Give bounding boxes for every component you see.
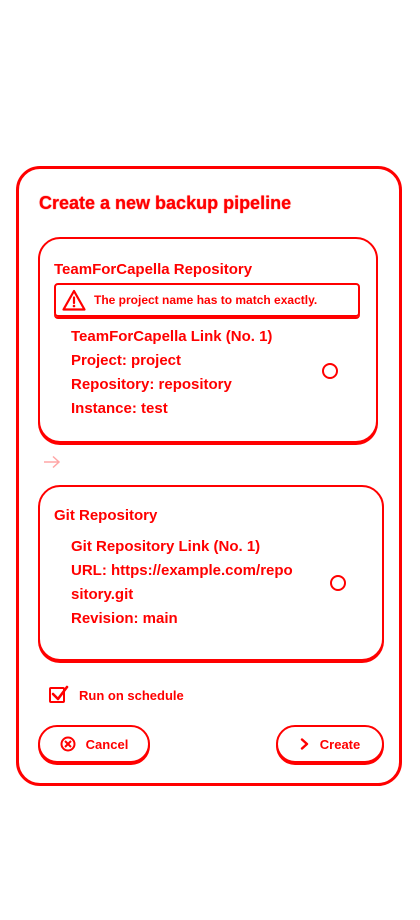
source-link-radio[interactable]: [322, 363, 338, 379]
git-card-title: Git Repository: [54, 507, 158, 524]
source-project: Project: project: [71, 352, 182, 369]
dialog-title: Create a new backup pipeline: [39, 193, 292, 213]
git-details: Git Repository Link (No. 1) URL: https:/…: [71, 535, 301, 631]
source-card-title: TeamForCapella Repository: [54, 261, 253, 278]
source-link-label: TeamForCapella Link (No. 1): [71, 328, 273, 345]
source-repository-card: TeamForCapella Repository The project na…: [38, 237, 378, 443]
cancel-circle-icon: [60, 736, 76, 752]
chevron-right-icon: [300, 738, 310, 750]
run-on-schedule-checkbox[interactable]: [49, 685, 69, 703]
arrow-right-icon: [43, 453, 61, 474]
run-on-schedule-label: Run on schedule: [79, 687, 184, 703]
check-icon: [51, 685, 69, 701]
git-url: URL: https://example.com/repository.git: [71, 562, 293, 603]
warning-text: The project name has to match exactly.: [94, 293, 318, 307]
git-repository-card: Git Repository Git Repository Link (No. …: [38, 485, 384, 661]
project-name-warning: The project name has to match exactly.: [54, 283, 360, 317]
git-revision: Revision: main: [71, 610, 178, 627]
git-link-radio[interactable]: [330, 575, 346, 591]
warning-triangle-icon: [62, 289, 86, 311]
create-button-label: Create: [319, 736, 361, 752]
page: Create a new backup pipeline TeamForCape…: [0, 0, 420, 920]
create-button[interactable]: Create: [276, 725, 384, 763]
source-details: TeamForCapella Link (No. 1) Project: pro…: [71, 325, 272, 421]
source-repository: Repository: repository: [71, 376, 232, 393]
run-on-schedule-option[interactable]: Run on schedule: [49, 685, 184, 703]
git-link-label: Git Repository Link (No. 1): [71, 538, 261, 555]
cancel-button[interactable]: Cancel: [38, 725, 150, 763]
create-backup-pipeline-dialog: Create a new backup pipeline TeamForCape…: [16, 166, 402, 786]
cancel-button-label: Cancel: [85, 736, 129, 752]
source-instance: Instance: test: [71, 400, 168, 417]
